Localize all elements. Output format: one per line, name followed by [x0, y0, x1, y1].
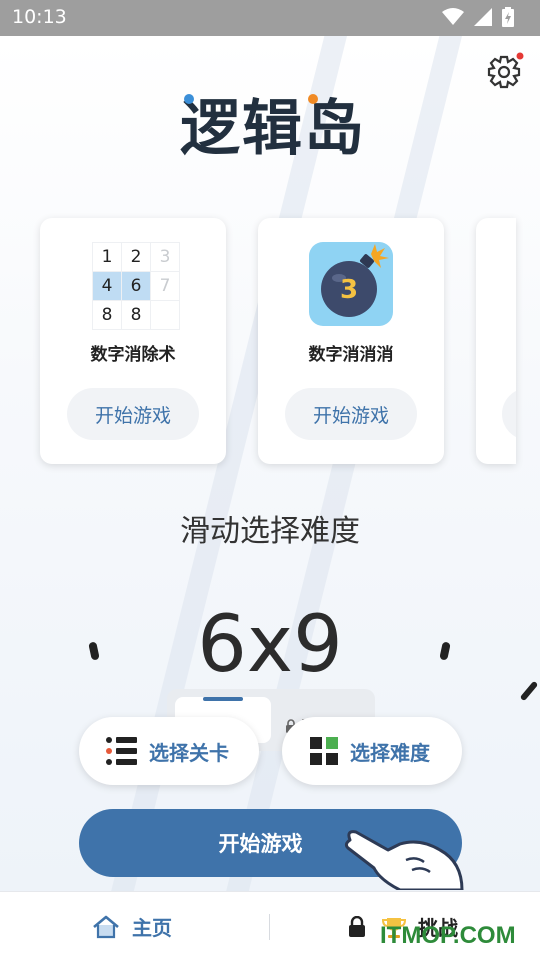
app-logo: 逻辑岛	[180, 80, 370, 164]
watermark: ITMOP.COM	[380, 922, 516, 949]
grid-cell: 2	[121, 242, 151, 272]
card-title: 数字消除术	[90, 345, 176, 365]
select-difficulty-label: 选择难度	[350, 740, 430, 765]
status-bar: 10:13	[0, 0, 540, 36]
grid-cell	[150, 300, 180, 330]
grid-cell: 1	[92, 242, 122, 272]
notification-dot	[516, 52, 524, 60]
start-game-label: 开始游戏	[218, 832, 303, 856]
grid-icon	[310, 737, 338, 765]
list-icon	[106, 737, 137, 765]
grid-cell: 4	[92, 271, 122, 301]
status-time: 10:13	[12, 6, 67, 28]
nav-home[interactable]: 主页	[92, 892, 172, 961]
grid-cell: 7	[150, 271, 180, 301]
grid-cell: 8	[121, 300, 151, 330]
pointing-hand-icon	[344, 830, 464, 890]
start-game-button[interactable]: 开始游戏	[67, 388, 199, 440]
logo-text: 逻辑岛	[180, 94, 366, 164]
start-game-button-partial[interactable]	[502, 388, 516, 440]
settings-button[interactable]	[484, 52, 524, 92]
battery-icon	[502, 7, 514, 27]
nav-home-label: 主页	[132, 916, 172, 940]
bomb-number: 3	[340, 275, 358, 305]
grid-cell: 6	[121, 271, 151, 301]
home-icon	[93, 915, 119, 938]
number-grid-preview: 1 2 3 4 6 7 8 8	[92, 242, 180, 330]
select-difficulty-button[interactable]: 选择难度	[282, 717, 462, 785]
grid-cell: 3	[150, 242, 180, 272]
game-card-number-match[interactable]: 3 数字消消消 开始游戏	[258, 218, 444, 464]
difficulty-value[interactable]: 6x9	[0, 600, 540, 690]
wifi-icon	[442, 8, 464, 25]
select-level-label: 选择关卡	[149, 740, 229, 765]
lock-icon	[349, 915, 365, 937]
nav-divider	[269, 914, 270, 940]
bomb-icon: 3	[309, 242, 393, 326]
start-game-button[interactable]: 开始游戏	[285, 388, 417, 440]
difficulty-label: 滑动选择难度	[180, 514, 360, 549]
grid-cell: 8	[92, 300, 122, 330]
game-card-partial[interactable]	[476, 218, 516, 464]
card-title: 数字消消消	[308, 345, 394, 365]
gear-icon	[487, 52, 524, 89]
select-level-button[interactable]: 选择关卡	[79, 717, 259, 785]
signal-icon	[474, 8, 492, 26]
game-card-number-elimination[interactable]: 1 2 3 4 6 7 8 8 数字消除术 开始游戏	[40, 218, 226, 464]
